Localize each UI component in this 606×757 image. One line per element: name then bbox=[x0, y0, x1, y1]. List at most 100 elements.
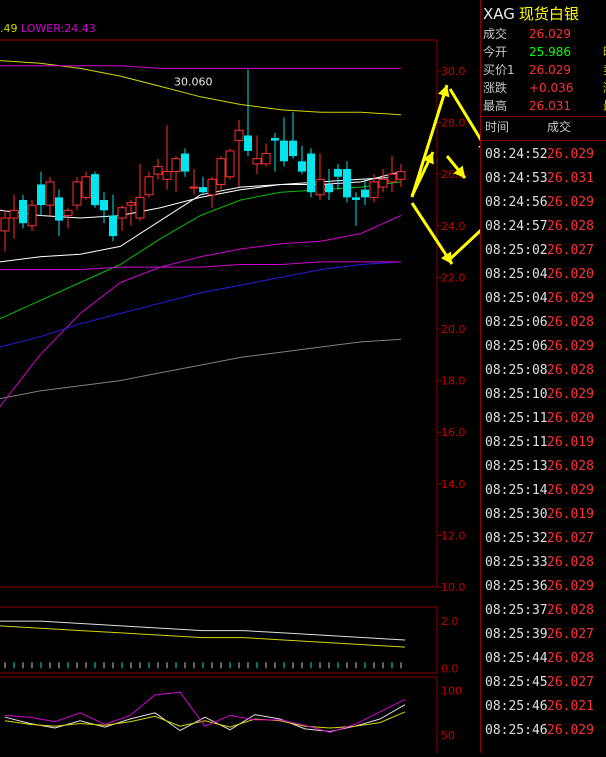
tick-row[interactable]: 08:24:5226.029 bbox=[485, 143, 594, 167]
candle-body-up bbox=[252, 158, 262, 165]
tick-time: 08:25:39 bbox=[485, 627, 548, 642]
arrow-icon bbox=[410, 202, 454, 265]
tick-time: 08:25:08 bbox=[485, 363, 548, 378]
candle-body-up bbox=[63, 209, 73, 216]
instrument-name: 现货白银 bbox=[518, 5, 579, 23]
candle-body-up bbox=[315, 178, 325, 196]
quote-value: 26.029 bbox=[529, 27, 571, 41]
candle-body-up bbox=[45, 181, 55, 206]
tick-price: 26.019 bbox=[547, 507, 594, 522]
candle-body-up bbox=[162, 171, 172, 180]
candle-body-down bbox=[244, 135, 252, 151]
tick-row[interactable]: 08:25:1426.029 bbox=[485, 479, 594, 503]
candle-body-down bbox=[298, 161, 306, 172]
tick-row[interactable]: 08:25:3226.027 bbox=[485, 527, 594, 551]
candle-body-up bbox=[81, 176, 91, 198]
tick-price: 26.031 bbox=[547, 171, 594, 186]
tick-row[interactable]: 08:25:3026.019 bbox=[485, 503, 594, 527]
y-tick-label: 100 bbox=[441, 684, 462, 697]
quote-label: 最高 bbox=[483, 99, 508, 113]
tick-row[interactable]: 08:25:4626.029 bbox=[485, 719, 594, 743]
indicator-line bbox=[0, 338, 402, 400]
tick-row[interactable]: 08:25:3626.029 bbox=[485, 575, 594, 599]
tick-price: 26.028 bbox=[547, 459, 594, 474]
tick-price: 26.028 bbox=[547, 603, 594, 618]
candle-body-down bbox=[361, 189, 369, 198]
tick-time: 08:25:11 bbox=[485, 411, 548, 426]
oscillator-line bbox=[4, 691, 406, 733]
tick-price: 26.019 bbox=[547, 435, 594, 450]
candle-body-down bbox=[352, 197, 360, 200]
tick-row[interactable]: 08:25:1126.019 bbox=[485, 431, 594, 455]
quote-value: 26.031 bbox=[529, 99, 571, 113]
tick-price: 26.027 bbox=[547, 627, 594, 642]
kline-chart-area[interactable]: 30.0 28.0 26.0 24.0 22.0 20.0 18.0 16.0 14.0 12.0… bbox=[0, 0, 606, 753]
tick-time: 08:25:32 bbox=[485, 531, 548, 546]
candle-body-up bbox=[171, 158, 181, 173]
tick-row[interactable]: 08:25:3326.028 bbox=[485, 551, 594, 575]
candle-body-up bbox=[126, 202, 136, 206]
tick-row[interactable]: 08:25:4626.021 bbox=[485, 695, 594, 719]
candle-body-up bbox=[144, 176, 154, 196]
tick-price: 26.028 bbox=[547, 363, 594, 378]
quote-row: 最高26.031最 bbox=[483, 98, 606, 114]
y-tick-label: 30.0 bbox=[441, 65, 466, 78]
tick-row[interactable]: 08:25:4426.028 bbox=[485, 647, 594, 671]
tick-row[interactable]: 08:25:0226.027 bbox=[485, 239, 594, 263]
candle-body-up bbox=[135, 196, 145, 219]
tick-row[interactable]: 08:25:1126.020 bbox=[485, 407, 594, 431]
tick-time: 08:25:46 bbox=[485, 699, 548, 714]
tick-row[interactable]: 08:25:1026.029 bbox=[485, 383, 594, 407]
candle-body-down bbox=[37, 184, 45, 206]
tick-row[interactable]: 08:25:1326.028 bbox=[485, 455, 594, 479]
tick-row[interactable]: 08:25:3726.028 bbox=[485, 599, 594, 623]
tick-price: 26.028 bbox=[547, 555, 594, 570]
y-tick-label: 10.0 bbox=[441, 581, 466, 594]
tick-time: 08:25:46 bbox=[485, 723, 548, 738]
tick-time: 08:25:11 bbox=[485, 435, 548, 450]
tick-row[interactable]: 08:25:0426.029 bbox=[485, 287, 594, 311]
boll-lower-value: LOWER:24.43 bbox=[21, 22, 96, 35]
y-tick-label: 14.0 bbox=[441, 478, 466, 491]
quote-row: 今开25.986昨 bbox=[483, 44, 606, 60]
candle-body-down bbox=[55, 197, 63, 221]
tick-row[interactable]: 08:25:0626.028 bbox=[485, 311, 594, 335]
tick-row[interactable]: 08:25:0426.020 bbox=[485, 263, 594, 287]
tick-time: 08:25:44 bbox=[485, 651, 548, 666]
tick-row[interactable]: 08:25:0626.029 bbox=[485, 335, 594, 359]
tick-time: 08:25:36 bbox=[485, 579, 548, 594]
tick-price: 26.028 bbox=[547, 315, 594, 330]
tick-price: 26.029 bbox=[547, 147, 594, 162]
tick-time: 08:25:06 bbox=[485, 315, 548, 330]
candle-body-down bbox=[91, 174, 99, 206]
tick-row[interactable]: 08:25:3926.027 bbox=[485, 623, 594, 647]
tick-row[interactable]: 08:25:0826.028 bbox=[485, 359, 594, 383]
candle-body-up bbox=[72, 181, 82, 206]
candle-body-down bbox=[289, 140, 297, 157]
chart-canvas[interactable]: 30.028.026.024.022.020.018.016.014.012.0… bbox=[0, 0, 606, 753]
candle-body-up bbox=[234, 129, 244, 142]
candle-body-down bbox=[181, 153, 189, 172]
tick-row[interactable]: 08:24:5326.031 bbox=[485, 167, 594, 191]
tick-time: 08:25:14 bbox=[485, 483, 548, 498]
ticks-header: 时间 成交 bbox=[485, 118, 571, 135]
quote-side-panel: XAG现货白银 成交26.029今开25.986昨买价126.029卖涨跌+0.… bbox=[480, 0, 606, 753]
candle-body-down bbox=[199, 187, 207, 193]
tick-row[interactable]: 08:24:5726.028 bbox=[485, 215, 594, 239]
candle-body-down bbox=[271, 138, 279, 141]
quote-label: 买价1 bbox=[483, 63, 515, 77]
tick-price: 26.027 bbox=[547, 243, 594, 258]
tick-price: 26.029 bbox=[547, 387, 594, 402]
tick-price: 26.029 bbox=[547, 483, 594, 498]
candle-body-up bbox=[396, 171, 406, 180]
tick-time: 08:25:45 bbox=[485, 675, 548, 690]
tick-row[interactable]: 08:25:4526.027 bbox=[485, 671, 594, 695]
candle-body-down bbox=[109, 215, 117, 237]
quote-row: 成交 26.029 bbox=[483, 26, 571, 42]
tick-row[interactable]: 08:24:5626.029 bbox=[485, 191, 594, 215]
tick-price: 26.029 bbox=[547, 291, 594, 306]
tick-time: 08:25:30 bbox=[485, 507, 548, 522]
candle-body-up bbox=[387, 173, 397, 183]
boll-legend: .49 LOWER:24.43 bbox=[0, 22, 96, 35]
y-tick-label: 16.0 bbox=[441, 426, 466, 439]
